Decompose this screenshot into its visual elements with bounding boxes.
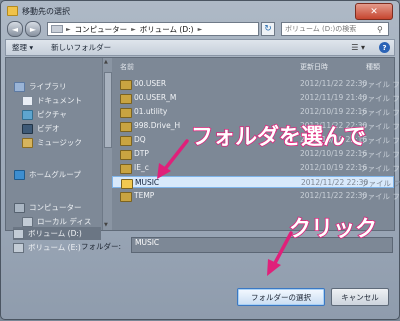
folder-select-dialog: 移動先の選択 ✕ ◄ ► ► コンピューター ► ボリューム (D:) ► ↻ … xyxy=(0,0,400,320)
pointer-arrow-to-music xyxy=(157,139,189,179)
pointer-arrow-to-select-button xyxy=(267,231,293,276)
annotation-arrows xyxy=(157,139,293,276)
